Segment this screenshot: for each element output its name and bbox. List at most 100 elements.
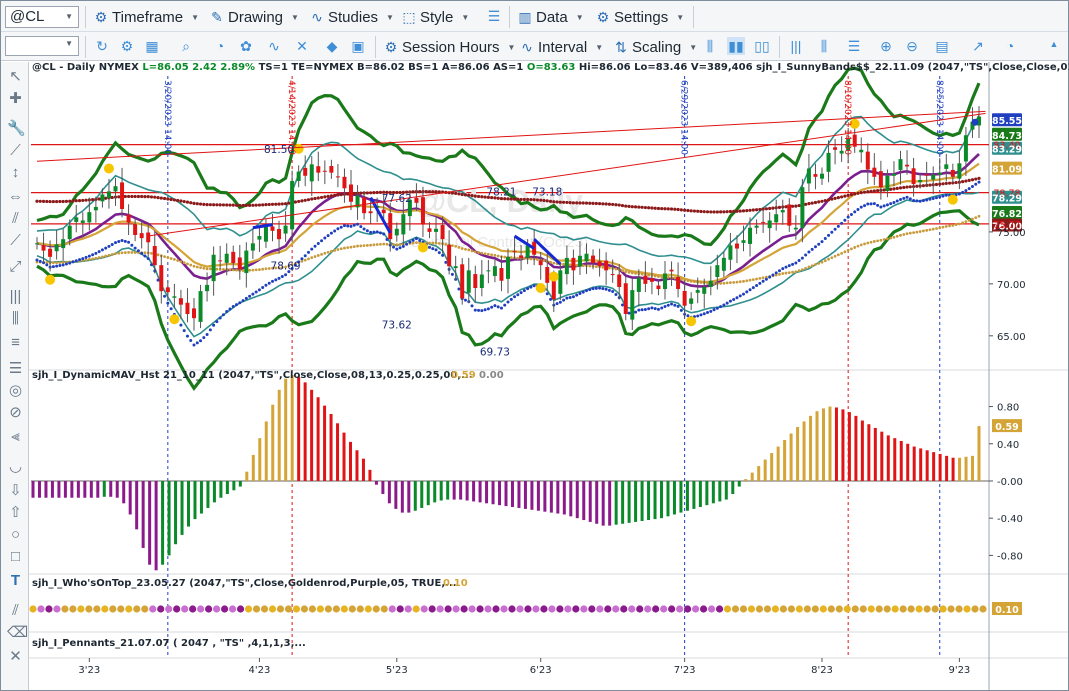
maroon-dot	[627, 204, 631, 208]
hollow-candle-icon[interactable]: ▯▯	[753, 37, 771, 55]
histogram-bar	[374, 480, 378, 485]
erase-icon[interactable]: ⌫	[7, 624, 28, 641]
histogram-bar	[115, 480, 119, 498]
histogram-bar	[770, 453, 774, 481]
blue-dot	[55, 264, 59, 268]
layout-icon[interactable]: ☰	[485, 7, 503, 25]
hatch-icon[interactable]: ⫽	[7, 602, 24, 619]
blue-dot	[912, 199, 916, 203]
maroon-dot	[741, 209, 746, 213]
text-icon[interactable]: T	[7, 572, 24, 589]
trend-dot	[875, 605, 883, 613]
interval-input[interactable]: ▼	[5, 36, 79, 56]
candle-icon[interactable]: ▮▮	[727, 37, 745, 55]
volume-icon[interactable]: |||	[787, 37, 805, 55]
scaling-menu[interactable]: ⇅ Scaling ▼	[613, 37, 697, 57]
cube-icon[interactable]: ◆	[323, 37, 341, 55]
maroon-dot	[159, 196, 163, 200]
timeframe-menu[interactable]: ⚙ Timeframe ▼	[93, 7, 199, 27]
histogram-bar	[672, 480, 676, 515]
settings-icon[interactable]: ⚙	[118, 37, 136, 55]
cycle-icon[interactable]: ◎	[7, 382, 24, 399]
fib-icon[interactable]: |||	[7, 288, 24, 305]
maroon-dot	[277, 202, 281, 206]
chart-area[interactable]: @CL, Daily Crude Oil Contract (Oct23) 3'…	[29, 62, 1069, 690]
blue-dot	[925, 198, 929, 202]
ellipse-icon[interactable]: ○	[7, 526, 24, 543]
maroon-dot	[476, 194, 481, 199]
maroon-dot	[264, 203, 268, 207]
crosshair-icon[interactable]: ✚	[7, 90, 24, 107]
page-icon[interactable]: ▤	[933, 37, 951, 55]
gann-icon[interactable]: ≡	[7, 334, 24, 351]
blue-dot	[189, 339, 193, 343]
candle-body	[545, 267, 550, 283]
candle-body	[316, 166, 321, 173]
histogram-bar	[711, 480, 715, 504]
arrow-up-icon[interactable]: ⇧	[7, 504, 24, 521]
gold-dot	[349, 245, 353, 249]
arc-icon[interactable]: ◡	[7, 458, 24, 475]
blue-dot	[846, 215, 850, 219]
trend-dot	[29, 605, 37, 613]
lines-icon[interactable]: ☰	[7, 360, 24, 377]
settings-menu[interactable]: ⚙ Settings ▼	[595, 7, 684, 27]
candle-body	[663, 273, 667, 290]
studies-menu[interactable]: ∿ Studies ▼	[309, 7, 394, 27]
vertical-line-icon[interactable]: ↕	[7, 164, 24, 181]
grid-icon[interactable]: ▦	[143, 37, 161, 55]
chart-canvas[interactable]: @CL, Daily Crude Oil Contract (Oct23) 3'…	[29, 62, 1068, 690]
speed-lines-icon[interactable]: ⊘	[7, 404, 24, 421]
horizontal-line-icon[interactable]: ⇔	[7, 188, 24, 205]
blue-dot	[382, 232, 386, 236]
chart-line-icon[interactable]: ∿	[265, 37, 283, 55]
trendline-icon[interactable]: ⟋	[7, 142, 24, 159]
cross-icon[interactable]: ✕	[293, 37, 311, 55]
symbol-input[interactable]: @CL ▼	[5, 6, 79, 28]
parallel-icon[interactable]: ⫽	[7, 210, 24, 227]
arrow-down-icon[interactable]: ⇩	[7, 482, 24, 499]
maroon-dot	[859, 191, 863, 195]
bar-chart-icon[interactable]: ⫼	[701, 37, 719, 55]
toolbar-divider	[85, 36, 86, 58]
layout-icon[interactable]: ☰	[845, 37, 863, 55]
gauge-icon[interactable]: ◔	[1001, 37, 1019, 55]
maroon-dot	[902, 185, 906, 190]
box-icon[interactable]: ▣	[349, 37, 367, 55]
candle-body	[133, 224, 138, 236]
blue-dot	[604, 287, 608, 291]
blue-dot	[35, 258, 39, 262]
wrench-icon[interactable]: 🔧	[7, 120, 26, 137]
remove-all-icon[interactable]: ✕	[7, 648, 24, 665]
trend-icon[interactable]: ↗	[969, 37, 987, 55]
fib-time-icon[interactable]: ⫼	[7, 310, 24, 327]
gold-dot	[735, 280, 739, 284]
zoom-out-icon[interactable]: ⊖	[903, 37, 921, 55]
pointer-icon[interactable]: ↖	[7, 68, 24, 85]
drawing-menu[interactable]: ✎ Drawing ▼	[209, 7, 299, 27]
price-annotation: 69.73	[480, 347, 510, 359]
refresh-icon[interactable]: ↻	[93, 37, 111, 55]
palette-icon[interactable]: ✿	[237, 37, 255, 55]
blue-dot	[149, 263, 153, 267]
channel-icon[interactable]: ⤢	[7, 258, 24, 275]
maroon-dot	[784, 205, 788, 209]
blue-dot	[323, 236, 327, 240]
ray-icon[interactable]: ⟋	[7, 232, 24, 249]
gold-dot	[150, 251, 153, 255]
speed-icon[interactable]: ◔	[211, 37, 229, 55]
histogram-bar	[789, 433, 793, 481]
interval-menu[interactable]: ∿ Interval ▼	[519, 37, 603, 57]
style-menu[interactable]: ⬚ Style ▼	[401, 7, 469, 27]
pitchfork-icon[interactable]: ⫷	[7, 428, 24, 445]
maroon-dot	[732, 209, 736, 213]
bars-icon[interactable]: ⫼	[815, 37, 833, 55]
candle-body	[205, 284, 210, 292]
y-tick-label: 0.80	[997, 403, 1019, 414]
zoom-icon[interactable]: ⌕	[177, 37, 195, 55]
data-menu[interactable]: ▥ Data ▼	[517, 7, 583, 27]
session-hours-menu[interactable]: ⚙ Session Hours ▼	[383, 37, 516, 57]
collapse-icon[interactable]: ▲	[1045, 35, 1063, 53]
zoom-in-icon[interactable]: ⊕	[877, 37, 895, 55]
rectangle-icon[interactable]: □	[7, 548, 24, 565]
